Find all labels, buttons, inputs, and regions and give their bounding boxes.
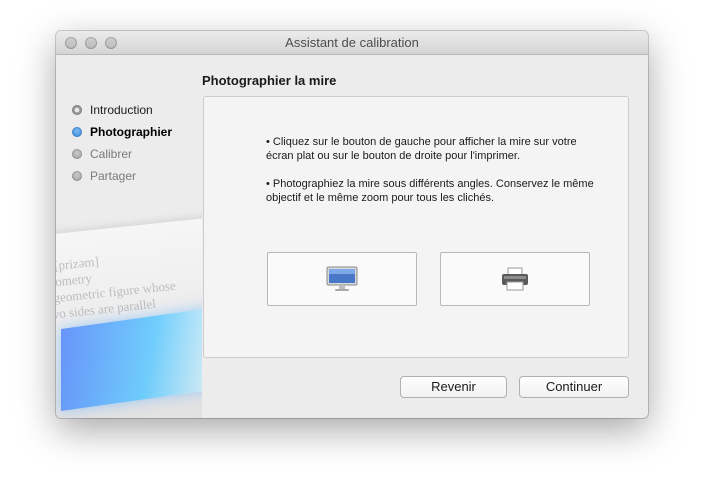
step-pending-icon bbox=[72, 149, 82, 159]
desktop-monitor-icon bbox=[326, 266, 358, 291]
step-label: Calibrer bbox=[90, 147, 133, 161]
content-panel: • Cliquez sur le bouton de gauche pour a… bbox=[203, 96, 629, 358]
step-pending-icon bbox=[72, 171, 82, 181]
instruction-text: • Photographiez la mire sous différents … bbox=[266, 178, 594, 204]
show-on-display-button[interactable] bbox=[267, 252, 417, 306]
step-done-icon bbox=[72, 105, 82, 115]
title-bar: Assistant de calibration bbox=[56, 31, 648, 55]
page-title: Photographier la mire bbox=[202, 73, 337, 88]
sidebar: Introduction Photographier Calibrer Part… bbox=[56, 54, 202, 418]
printer-icon bbox=[502, 267, 528, 291]
calibration-window: Assistant de calibration Introduction Ph… bbox=[56, 31, 648, 418]
continue-button[interactable]: Continuer bbox=[519, 376, 629, 398]
back-button[interactable]: Revenir bbox=[400, 376, 507, 398]
step-label: Partager bbox=[90, 169, 137, 183]
prism-illustration: n. [prizəm]geometrya geometric figure wh… bbox=[56, 217, 202, 418]
print-button[interactable] bbox=[440, 252, 590, 306]
step-label: Photographier bbox=[90, 125, 173, 139]
step-active-icon bbox=[72, 127, 82, 137]
window-title: Assistant de calibration bbox=[285, 35, 419, 50]
step-label: Introduction bbox=[90, 103, 153, 117]
instruction-text: • Cliquez sur le bouton de gauche pour a… bbox=[266, 136, 577, 162]
